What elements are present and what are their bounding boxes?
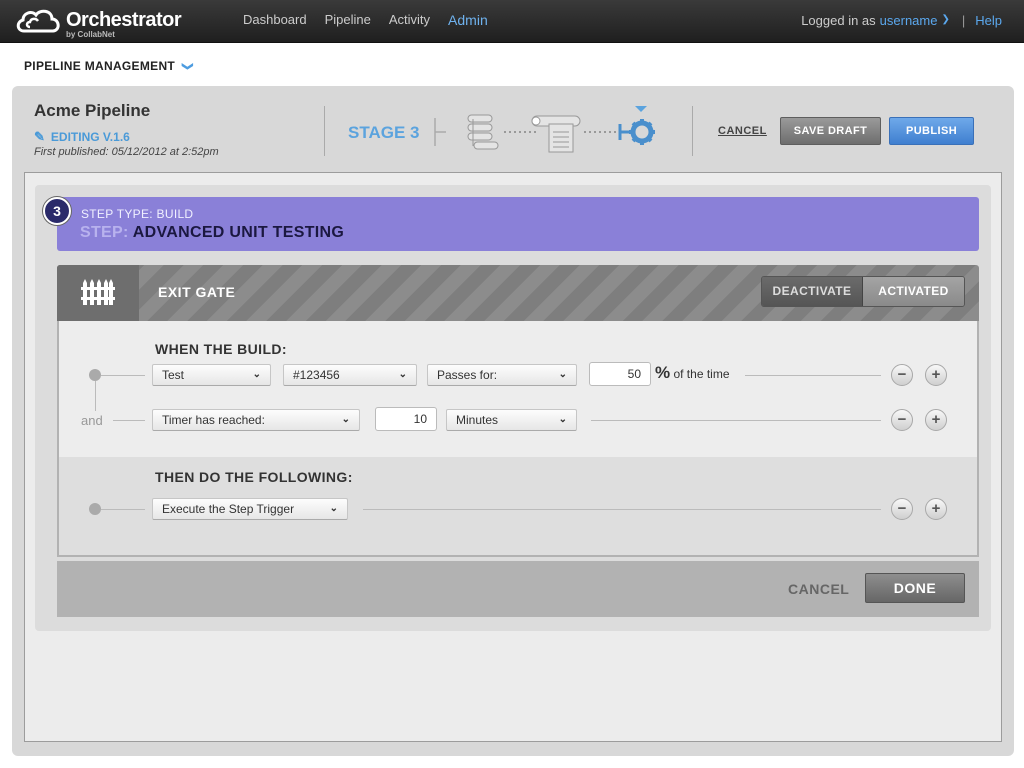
remove-condition-button[interactable]: − <box>891 409 913 431</box>
chevron-down-icon: ⌄ <box>558 414 567 425</box>
account-area: Logged in as username ❯ | Help <box>801 13 1002 28</box>
document-icon[interactable] <box>531 115 581 153</box>
chevron-down-icon: ⌄ <box>252 369 261 380</box>
then-section: THEN DO THE FOLLOWING: Execute the Step … <box>59 457 977 555</box>
divider <box>692 106 693 156</box>
then-title: THEN DO THE FOLLOWING: <box>155 469 353 485</box>
conditions-panel: WHEN THE BUILD: Test ⌄ #123456 ⌄ Passes fo… <box>57 321 979 557</box>
nav-admin[interactable]: Admin <box>448 12 488 28</box>
cloud-logo-icon <box>16 9 60 33</box>
publish-button[interactable]: PUBLISH <box>889 117 974 145</box>
chevron-down-icon: ⌄ <box>558 369 567 380</box>
app-title: Orchestrator <box>66 9 182 31</box>
build-select[interactable]: #123456 ⌄ <box>283 364 417 386</box>
action-node <box>89 503 101 515</box>
add-condition-button[interactable]: + <box>925 364 947 386</box>
logged-in-label: Logged in as <box>801 13 876 28</box>
top-bar: Orchestrator by CollabNet Dashboard Pipe… <box>0 0 1024 43</box>
when-title: WHEN THE BUILD: <box>155 341 287 357</box>
chevron-down-icon: ⌄ <box>398 369 407 380</box>
step-prefix: STEP: <box>80 224 129 241</box>
step-title: STEP: ADVANCED UNIT TESTING <box>80 224 344 242</box>
connector-line <box>591 420 881 421</box>
step-editor: 3 STEP TYPE: BUILD STEP: ADVANCED UNIT T… <box>24 172 1002 742</box>
timer-select[interactable]: Timer has reached: ⌄ <box>152 409 360 431</box>
divider <box>324 106 325 156</box>
deactivate-button[interactable]: DEACTIVATE <box>762 277 863 306</box>
editing-version[interactable]: ✎ EDITING V.1.6 <box>34 129 130 145</box>
time-unit-select[interactable]: Minutes ⌄ <box>446 409 577 431</box>
current-stage-marker-icon <box>635 106 647 112</box>
remove-condition-button[interactable]: − <box>891 364 913 386</box>
stack-icon[interactable] <box>467 114 499 150</box>
add-condition-button[interactable]: + <box>925 409 947 431</box>
editing-label: EDITING V.1.6 <box>50 130 130 144</box>
connector-line <box>101 375 145 376</box>
main-nav: Dashboard Pipeline Activity Admin <box>243 12 506 28</box>
nav-activity[interactable]: Activity <box>389 12 430 28</box>
cancel-button[interactable]: CANCEL <box>718 125 767 137</box>
remove-action-button[interactable]: − <box>891 498 913 520</box>
step-card: 3 STEP TYPE: BUILD STEP: ADVANCED UNIT T… <box>35 185 991 631</box>
divider: | <box>961 13 966 28</box>
chevron-down-icon: ⌄ <box>329 503 338 514</box>
gate-icon-box <box>57 265 139 321</box>
step-number-badge: 3 <box>43 197 71 225</box>
connector-line <box>363 509 881 510</box>
pencil-icon: ✎ <box>34 129 45 144</box>
comparator-select[interactable]: Passes for: ⌄ <box>427 364 577 386</box>
pipeline-name: Acme Pipeline <box>34 101 151 120</box>
step-footer: CANCEL DONE <box>57 561 979 617</box>
percent-label: % of the time <box>655 363 730 383</box>
pipeline-panel: Acme Pipeline ✎ EDITING V.1.6 First publ… <box>12 86 1014 756</box>
chevron-down-icon[interactable]: ❯ <box>941 14 949 25</box>
gear-icon[interactable] <box>618 119 655 145</box>
chevron-down-icon: ⌄ <box>341 414 350 425</box>
done-button[interactable]: DONE <box>865 573 965 603</box>
percent-input[interactable]: 50 <box>589 362 651 386</box>
timer-input[interactable]: 10 <box>375 407 437 431</box>
condition-node <box>89 369 101 381</box>
section-header[interactable]: PIPELINE MANAGEMENT ❯ <box>24 59 193 73</box>
stage-label: STAGE 3 <box>348 123 420 142</box>
footer-cancel-button[interactable]: CANCEL <box>788 581 849 597</box>
percent-unit: of the time <box>673 367 730 381</box>
app-subtitle: by CollabNet <box>66 30 115 39</box>
and-label: and <box>81 413 103 428</box>
help-link[interactable]: Help <box>975 13 1002 28</box>
published-date: First published: 05/12/2012 at 2:52pm <box>34 146 219 158</box>
save-draft-button[interactable]: SAVE DRAFT <box>780 117 881 145</box>
chevron-down-icon[interactable]: ❯ <box>181 61 194 71</box>
stage-progress <box>434 106 655 153</box>
nav-dashboard[interactable]: Dashboard <box>243 12 307 28</box>
exit-gate-header: EXIT GATE DEACTIVATE ACTIVATED <box>57 265 979 321</box>
connector-line <box>113 420 145 421</box>
test-select[interactable]: Test ⌄ <box>152 364 271 386</box>
activated-button[interactable]: ACTIVATED <box>863 277 964 306</box>
username-link[interactable]: username <box>880 13 938 28</box>
section-title: PIPELINE MANAGEMENT <box>24 59 176 73</box>
fence-icon <box>81 279 115 305</box>
connector-line <box>745 375 881 376</box>
gate-toggle: DEACTIVATE ACTIVATED <box>761 276 965 307</box>
step-name: ADVANCED UNIT TESTING <box>132 224 345 241</box>
step-type: STEP TYPE: BUILD <box>81 207 194 221</box>
app-logo[interactable]: Orchestrator by CollabNet <box>14 5 184 39</box>
exit-gate-title: EXIT GATE <box>158 284 236 300</box>
step-banner: STEP TYPE: BUILD STEP: ADVANCED UNIT TES… <box>57 197 979 251</box>
percent-symbol: % <box>655 363 671 382</box>
add-action-button[interactable]: + <box>925 498 947 520</box>
connector-line <box>101 509 145 510</box>
connector-line <box>95 381 96 411</box>
action-select[interactable]: Execute the Step Trigger ⌄ <box>152 498 348 520</box>
nav-pipeline[interactable]: Pipeline <box>325 12 371 28</box>
